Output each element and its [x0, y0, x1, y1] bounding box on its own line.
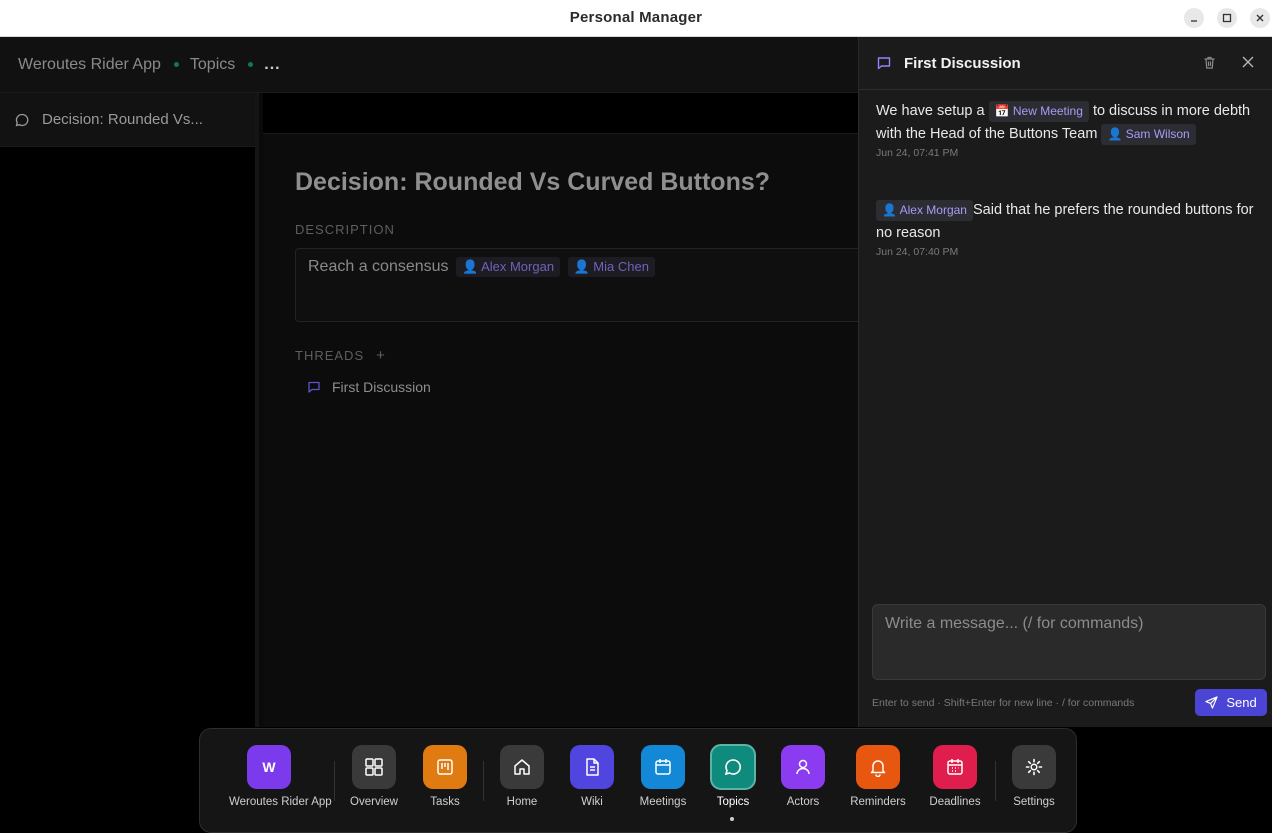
dock-item-reminders[interactable]: Reminders [838, 745, 918, 808]
chat-icon [724, 759, 741, 776]
threads-label: THREADS [295, 348, 365, 363]
kanban-icon [437, 759, 453, 775]
dock-label: Settings [1013, 796, 1055, 808]
dock-label: Topics [716, 796, 750, 808]
dock-item-home[interactable]: Home [482, 745, 562, 808]
bell-icon [870, 760, 886, 777]
message-text: We have setup a [876, 103, 985, 119]
gear-icon [1025, 758, 1043, 776]
topic-detail: Decision: Rounded Vs Curved Buttons? DES… [263, 93, 865, 727]
dock-label: Weroutes Rider App [229, 796, 332, 808]
minimize-icon [1191, 20, 1197, 22]
home-tile [500, 745, 544, 789]
sidebar-item-topic[interactable]: Decision: Rounded Vs... [0, 93, 255, 147]
description-label: DESCRIPTION [295, 222, 395, 237]
thread-panel: First Discussion We have setup a 📅 New M… [858, 37, 1272, 727]
close-icon [1256, 14, 1264, 22]
window-titlebar: Personal Manager [0, 0, 1272, 37]
overview-tile [352, 745, 396, 789]
message: 👤 Alex Morgan Said that he prefers the ro… [876, 199, 1256, 259]
dock-label: Overview [350, 796, 398, 808]
settings-tile [1012, 745, 1056, 789]
dock-label: Meetings [639, 796, 687, 808]
message-square-icon [308, 381, 320, 393]
deadlines-tile [933, 745, 977, 789]
dock-item-settings[interactable]: Settings [994, 745, 1074, 808]
breadcrumb: Weroutes Rider App Topics ... [0, 37, 858, 93]
mention-chip[interactable]: 👤 Mia Chen [567, 257, 655, 277]
dock-item-overview[interactable]: Overview [334, 745, 414, 808]
close-window-button[interactable] [1250, 8, 1270, 28]
breadcrumb-more[interactable]: ... [264, 56, 280, 74]
dock-label: Tasks [430, 796, 460, 808]
reminders-tile [856, 745, 900, 789]
breadcrumb-project[interactable]: Weroutes Rider App [18, 56, 161, 74]
dock-label: Reminders [850, 796, 906, 808]
thread-label: First Discussion [332, 379, 431, 395]
composer-hint: Enter to send · Shift+Enter for new line… [872, 697, 1135, 709]
message-timestamp: Jun 24, 07:41 PM [876, 147, 959, 159]
chat-bubble-icon [15, 113, 29, 126]
person-icon [796, 759, 810, 775]
mention-chip[interactable]: 👤 Alex Morgan [876, 199, 973, 221]
topics-sidebar: Decision: Rounded Vs... [0, 93, 259, 727]
send-icon [1205, 696, 1218, 709]
mention-chip[interactable]: 👤 Alex Morgan [455, 257, 561, 277]
dock-item-wiki[interactable]: Wiki [552, 745, 632, 808]
sidebar-item-label: Decision: Rounded Vs... [42, 111, 203, 128]
breadcrumb-separator [248, 62, 254, 67]
dock-label: Actors [786, 796, 820, 808]
breadcrumb-section[interactable]: Topics [190, 56, 235, 74]
close-icon[interactable] [1241, 55, 1255, 69]
tasks-tile [423, 745, 467, 789]
maximize-icon [1222, 13, 1232, 23]
breadcrumb-separator [173, 62, 179, 67]
dock-label: Home [506, 796, 538, 808]
main-area: Weroutes Rider App Topics ... Decision: … [0, 37, 865, 727]
dock-item-actors[interactable]: Actors [763, 745, 843, 808]
trash-icon[interactable] [1202, 55, 1217, 70]
minimize-button[interactable] [1184, 8, 1204, 28]
window-title: Personal Manager [569, 9, 703, 26]
page-title: Decision: Rounded Vs Curved Buttons? [295, 168, 771, 196]
dock-label: Deadlines [929, 796, 981, 808]
dock-item-tasks[interactable]: Tasks [405, 745, 485, 808]
message-input-placeholder: Write a message... (/ for commands) [885, 615, 1144, 632]
maximize-button[interactable] [1217, 8, 1237, 28]
actors-tile [781, 745, 825, 789]
description-text: Reach a consensus [308, 258, 449, 275]
app-dock: W Weroutes Rider App Overview Tasks Home… [199, 728, 1077, 833]
message-timestamp: Jun 24, 07:40 PM [876, 246, 959, 258]
document-icon [586, 758, 599, 776]
dock-label: Wiki [581, 796, 603, 808]
dock-item-deadlines[interactable]: Deadlines [915, 745, 995, 808]
meetings-tile [641, 745, 685, 789]
calendar-icon [655, 759, 671, 775]
project-avatar: W [247, 745, 291, 789]
content-toolbar [263, 93, 858, 134]
message-input[interactable]: Write a message... (/ for commands) [872, 604, 1266, 680]
thread-item[interactable]: First Discussion [307, 379, 431, 395]
home-icon [514, 759, 530, 775]
description-field[interactable]: Reach a consensus 👤 Alex Morgan 👤 Mia Ch… [295, 248, 865, 322]
wiki-tile [570, 745, 614, 789]
dock-item-project[interactable]: W Weroutes Rider App [229, 745, 332, 808]
panel-title: First Discussion [904, 54, 1021, 72]
send-label: Send [1226, 695, 1257, 710]
meeting-chip[interactable]: 📅 New Meeting [988, 100, 1089, 122]
calendar-alert-icon [947, 759, 963, 775]
threads-header: THREADS + [295, 347, 386, 364]
send-button[interactable]: Send [1195, 689, 1267, 716]
mention-chip[interactable]: 👤 Sam Wilson [1101, 123, 1196, 145]
dock-area: W Weroutes Rider App Overview Tasks Home… [0, 727, 1272, 833]
panel-header: First Discussion [859, 37, 1272, 90]
message-square-icon [877, 57, 891, 70]
topics-tile [710, 744, 756, 790]
message: We have setup a 📅 New Meeting to discuss… [876, 100, 1256, 160]
dock-item-topics[interactable]: Topics [693, 744, 773, 808]
dock-item-meetings[interactable]: Meetings [623, 745, 703, 808]
add-thread-button[interactable]: + [376, 347, 386, 364]
grid-icon [365, 758, 383, 776]
active-indicator [730, 817, 734, 821]
